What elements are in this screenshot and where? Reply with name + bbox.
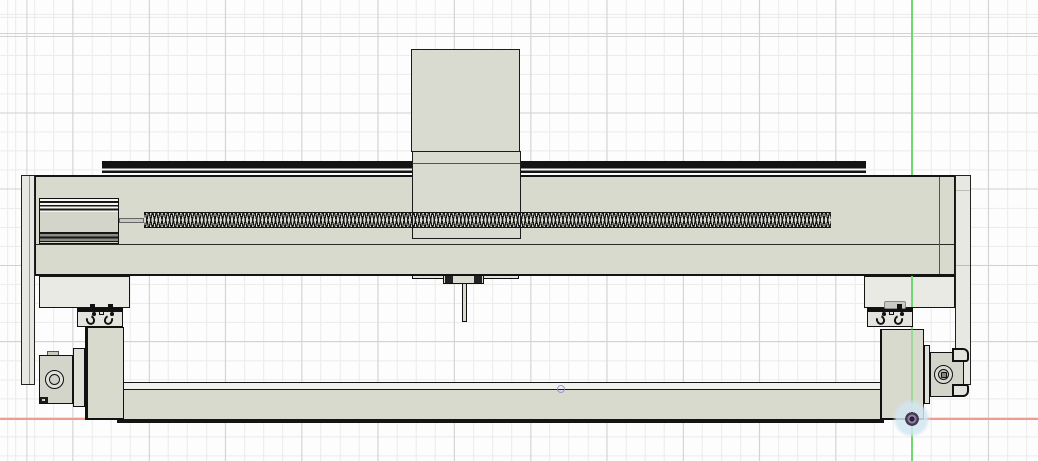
right-end-plate-seam: [956, 190, 970, 191]
left-motor-foot: [40, 397, 48, 403]
drive-shaft[interactable]: [119, 218, 144, 223]
tensioner-hook-top: [952, 348, 969, 362]
right-pivot-clamp[interactable]: [867, 308, 913, 328]
left-motor-plate[interactable]: [73, 348, 85, 407]
left-end-plate-seam: [29, 176, 30, 384]
left-foot-bracket[interactable]: [39, 276, 131, 308]
origin-point[interactable]: [905, 412, 919, 426]
left-leg-post[interactable]: [85, 327, 124, 421]
left-motor-foot-inset: [42, 399, 45, 402]
cross-bar[interactable]: [117, 382, 884, 423]
left-pivot-clamp[interactable]: [77, 308, 123, 328]
clamp-center-tab: [99, 311, 104, 316]
right-end-plate-seam: [956, 265, 970, 266]
y-axis-line-segment: [911, 329, 913, 461]
z-tower[interactable]: [411, 49, 520, 152]
drive-housing[interactable]: [39, 198, 119, 244]
right-bearing-hex: [941, 372, 947, 378]
left-bearing-inner: [49, 374, 60, 385]
tool-clip-right: [474, 276, 482, 283]
tool-pin[interactable]: [462, 283, 468, 322]
clamp-screw-blob: [884, 301, 906, 309]
beam-right-seam: [939, 177, 940, 274]
left-end-plate[interactable]: [21, 175, 36, 385]
drive-housing-fins-top: [40, 199, 118, 212]
carriage-seam: [413, 163, 520, 164]
beam-seam: [36, 244, 954, 245]
cross-bar-top-strip: [118, 383, 883, 391]
tensioner-hook-bottom: [952, 384, 969, 397]
drive-housing-fins-bottom: [40, 232, 118, 242]
cad-viewport[interactable]: [0, 0, 1038, 461]
rack-gear[interactable]: [144, 212, 832, 228]
y-axis-line-segment: [911, 276, 913, 307]
right-foot-bracket[interactable]: [864, 276, 956, 308]
left-motor[interactable]: [39, 355, 73, 404]
tool-clip-left: [445, 276, 453, 283]
clamp-center-tab: [889, 311, 894, 316]
cross-bar-bottom-edge: [118, 419, 883, 422]
